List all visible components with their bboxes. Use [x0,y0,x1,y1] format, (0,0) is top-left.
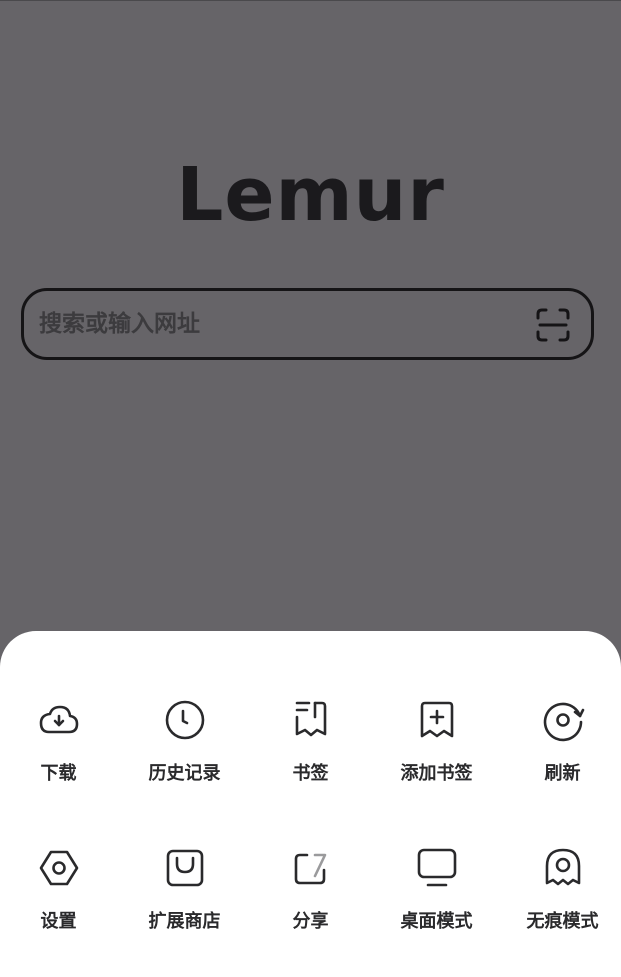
share-icon [294,853,326,885]
menu-item-add-bookmark[interactable]: 添加书签 [374,697,500,809]
menu-item-incognito[interactable]: 无痕模式 [500,845,621,957]
menu-item-label: 扩展商店 [148,911,221,932]
status-divider [0,0,621,1]
menu-item-label: 历史记录 [148,763,221,784]
menu-item-label: 刷新 [544,763,581,784]
bottom-menu-sheet: 下载 历史记录 书签 添加书签 刷新 设置 扩展商店 分享 桌面模式 无痕模式 [0,631,621,977]
menu-item-label: 无痕模式 [526,911,599,932]
menu-grid: 下载 历史记录 书签 添加书签 刷新 设置 扩展商店 分享 桌面模式 无痕模式 [0,697,621,957]
menu-item-label: 添加书签 [400,763,473,784]
shopping-bag-icon [166,849,203,887]
search-bar[interactable] [21,288,594,360]
menu-item-settings[interactable]: 设置 [0,845,122,957]
incognito-ghost-icon [545,848,580,886]
search-input[interactable] [39,291,519,357]
clock-icon [165,700,204,740]
settings-icon [39,850,78,886]
menu-item-label: 分享 [292,911,329,932]
add-bookmark-icon [420,701,453,738]
menu-item-label: 书签 [292,763,329,784]
scan-icon[interactable] [533,305,573,345]
menu-item-label: 设置 [40,911,77,932]
refresh-icon [543,702,584,742]
menu-item-history[interactable]: 历史记录 [122,697,248,809]
download-cloud-icon [39,705,78,734]
menu-item-label: 桌面模式 [400,911,473,932]
menu-item-download[interactable]: 下载 [0,697,122,809]
menu-item-bookmarks[interactable]: 书签 [248,697,374,809]
desktop-monitor-icon [417,848,456,887]
menu-item-share[interactable]: 分享 [248,845,374,957]
menu-item-refresh[interactable]: 刷新 [500,697,621,809]
lemur-logo: Lemur [176,152,445,238]
menu-item-extension-store[interactable]: 扩展商店 [122,845,248,957]
menu-item-label: 下载 [40,763,77,784]
bookmark-list-icon [295,701,326,737]
menu-item-desktop-mode[interactable]: 桌面模式 [374,845,500,957]
